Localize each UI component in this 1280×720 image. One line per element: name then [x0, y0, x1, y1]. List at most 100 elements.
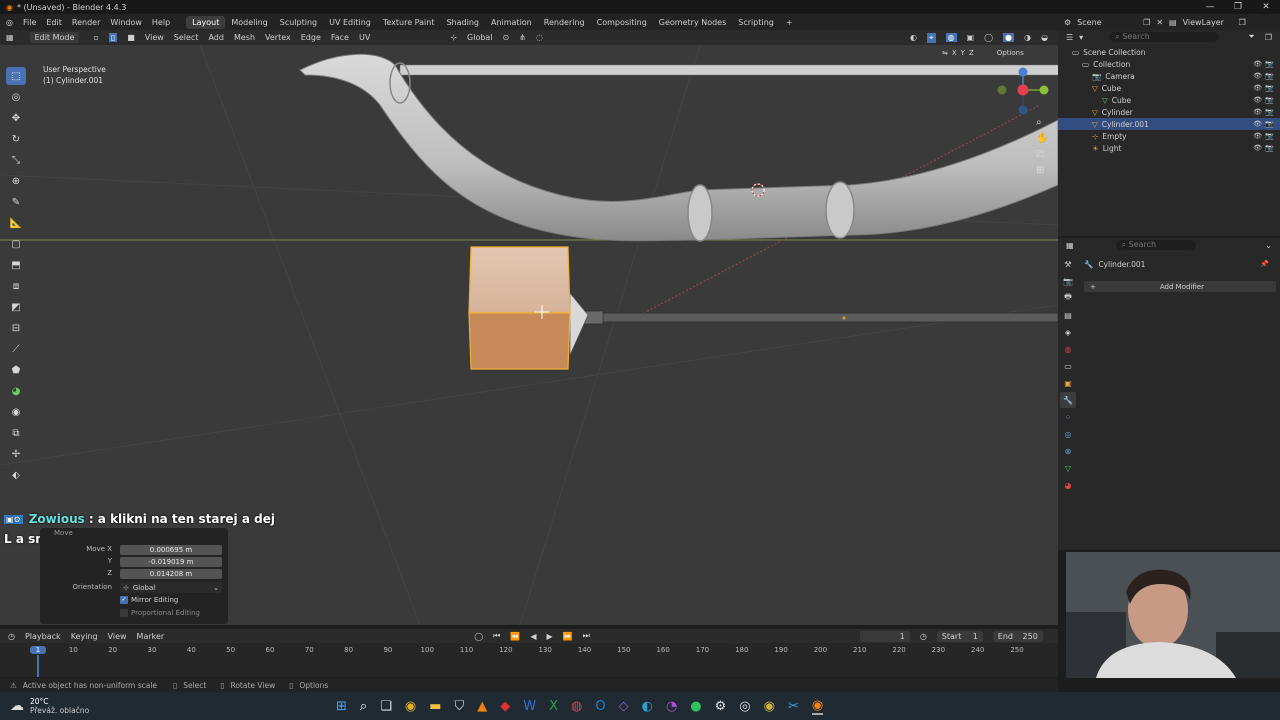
- play-reverse-icon[interactable]: ◀: [530, 632, 536, 641]
- move-tool-icon[interactable]: ✥: [6, 109, 26, 127]
- acrobat-icon[interactable]: ◆: [500, 699, 510, 714]
- tab-scripting[interactable]: Scripting: [732, 16, 780, 29]
- add-workspace-button[interactable]: +: [780, 16, 799, 29]
- visibility-eye-icon[interactable]: 👁: [1253, 84, 1262, 92]
- chevron-down-icon[interactable]: ⌄: [1265, 241, 1272, 250]
- visual-studio-icon[interactable]: ◇: [619, 699, 629, 714]
- editor-type-icon[interactable]: ▦: [6, 33, 14, 42]
- chrome-2-icon[interactable]: ◉: [764, 699, 775, 714]
- material-tab-icon[interactable]: ◕: [1060, 477, 1076, 493]
- timeline-editor-icon[interactable]: ◷: [8, 632, 15, 641]
- object-tab-icon[interactable]: ▣: [1060, 375, 1076, 391]
- new-collection-icon[interactable]: ❐: [1265, 33, 1272, 42]
- outliner-item[interactable]: ⊹ Empty 👁 📷: [1058, 130, 1280, 142]
- physics-tab-icon[interactable]: ◎: [1060, 426, 1076, 442]
- move-z-field[interactable]: 0.014208 m: [120, 569, 222, 579]
- task-view-icon[interactable]: ❏: [380, 699, 392, 714]
- properties-editor-icon[interactable]: ▦: [1066, 241, 1074, 250]
- jump-keyframe-forward-icon[interactable]: ⏩: [563, 632, 573, 641]
- menu-uv[interactable]: UV: [359, 33, 370, 42]
- transform-tool-icon[interactable]: ⊕: [6, 172, 26, 190]
- toggle-ortho-icon[interactable]: ⊞: [1036, 165, 1048, 176]
- close-button[interactable]: ✕: [1252, 0, 1280, 14]
- tab-geometry-nodes[interactable]: Geometry Nodes: [653, 16, 732, 29]
- particles-tab-icon[interactable]: ⁘: [1060, 409, 1076, 425]
- menu-keying[interactable]: Keying: [71, 632, 98, 641]
- current-frame-field[interactable]: 1: [859, 630, 910, 642]
- outliner-item[interactable]: 📷 Camera 👁 📷: [1058, 70, 1280, 82]
- render-tab-icon[interactable]: 📷: [1060, 273, 1076, 289]
- view-layer-tab-icon[interactable]: ▤: [1060, 307, 1076, 323]
- pivot-icon[interactable]: ⊙: [503, 33, 510, 42]
- new-view-layer-icon[interactable]: ❐: [1239, 18, 1246, 27]
- menu-vertex[interactable]: Vertex: [265, 33, 291, 42]
- menu-render[interactable]: Render: [72, 18, 100, 27]
- axis-z-toggle[interactable]: Z: [969, 49, 974, 57]
- blender-menu-icon[interactable]: ◎: [6, 18, 13, 27]
- select-box-tool-icon[interactable]: ⬚: [6, 67, 26, 85]
- modifier-tab-icon[interactable]: 🔧: [1060, 392, 1076, 408]
- constraints-tab-icon[interactable]: ⊗: [1060, 443, 1076, 459]
- outliner-item[interactable]: ▽ Cylinder 👁 📷: [1058, 106, 1280, 118]
- tab-uv-editing[interactable]: UV Editing: [323, 16, 377, 29]
- scene-tab-icon[interactable]: ◈: [1060, 324, 1076, 340]
- data-tab-icon[interactable]: ▽: [1060, 460, 1076, 476]
- visibility-eye-icon[interactable]: 👁: [1253, 60, 1262, 68]
- pin-icon[interactable]: 📌: [1260, 260, 1269, 268]
- start-frame-field[interactable]: Start 1: [936, 630, 983, 642]
- tab-shading[interactable]: Shading: [440, 16, 485, 29]
- overlay-toggle-icon[interactable]: ◍: [945, 33, 957, 42]
- output-tab-icon[interactable]: 🖶: [1060, 290, 1076, 306]
- proportional-editing-row[interactable]: Proportional Editing: [120, 609, 200, 617]
- tab-animation[interactable]: Animation: [485, 16, 538, 29]
- menu-playback[interactable]: Playback: [25, 632, 61, 641]
- rotate-tool-icon[interactable]: ↻: [6, 130, 26, 148]
- spin-tool-icon[interactable]: ◕: [6, 382, 26, 400]
- snipping-tool-icon[interactable]: ✂: [788, 699, 799, 714]
- material-shading-icon[interactable]: ◑: [1024, 33, 1031, 42]
- scale-tool-icon[interactable]: ⤡: [6, 151, 26, 169]
- smooth-tool-icon[interactable]: ◉: [6, 403, 26, 421]
- menu-view[interactable]: View: [145, 33, 164, 42]
- zoom-view-icon[interactable]: ⌕: [1036, 117, 1048, 128]
- add-modifier-button[interactable]: + Add Modifier: [1084, 281, 1276, 292]
- visibility-eye-icon[interactable]: 👁: [1253, 144, 1262, 152]
- menu-edit[interactable]: Edit: [46, 18, 62, 27]
- inset-tool-icon[interactable]: ⧈: [6, 277, 26, 295]
- outlook-icon[interactable]: O: [595, 699, 605, 714]
- shrink-fatten-tool-icon[interactable]: ✢: [6, 445, 26, 463]
- edge-select-icon[interactable]: ▯: [108, 33, 118, 42]
- visibility-eye-icon[interactable]: 👁: [1253, 108, 1262, 116]
- file-explorer-icon[interactable]: ▬: [429, 699, 441, 714]
- chrome-icon[interactable]: ◉: [405, 699, 416, 714]
- bevel-tool-icon[interactable]: ◩: [6, 298, 26, 316]
- orientation-dropdown[interactable]: Global: [467, 33, 493, 42]
- proportional-editing-checkbox[interactable]: [120, 609, 128, 617]
- gizmo-toggle-icon[interactable]: ⌖: [927, 32, 936, 43]
- tool-tab-icon[interactable]: ⚒: [1060, 256, 1076, 272]
- play-icon[interactable]: ▶: [546, 632, 552, 641]
- outliner-search[interactable]: ⌕ Search: [1109, 32, 1220, 42]
- menu-add[interactable]: Add: [208, 33, 224, 42]
- display-mode-icon[interactable]: ▾: [1079, 33, 1083, 42]
- vlc-icon[interactable]: ▲: [477, 699, 487, 714]
- options-dropdown[interactable]: Options: [991, 48, 1029, 58]
- pan-view-icon[interactable]: ✋: [1036, 133, 1048, 144]
- end-frame-field[interactable]: End 250: [992, 630, 1043, 642]
- annotate-tool-icon[interactable]: ✎: [6, 193, 26, 211]
- menu-face[interactable]: Face: [331, 33, 349, 42]
- playhead[interactable]: [37, 655, 39, 677]
- move-y-field[interactable]: -0.019019 m: [120, 557, 222, 567]
- weather-widget[interactable]: ☁ 20°C Převáž. oblačno: [0, 697, 320, 715]
- poly-build-tool-icon[interactable]: ⬟: [6, 361, 26, 379]
- visibility-icon[interactable]: ◐: [910, 33, 917, 42]
- visibility-eye-icon[interactable]: 👁: [1253, 132, 1262, 140]
- scene-name[interactable]: Scene: [1077, 18, 1137, 27]
- steam-icon[interactable]: ⚙: [715, 699, 727, 714]
- word-icon[interactable]: W: [523, 699, 536, 714]
- spotify-icon[interactable]: ●: [690, 699, 701, 714]
- vertex-select-icon[interactable]: ▫: [93, 33, 98, 42]
- outliner-item[interactable]: ▽ Cube 👁 📷: [1058, 94, 1280, 106]
- snap-icon[interactable]: ⋔: [519, 33, 526, 42]
- xray-icon[interactable]: ▣: [967, 33, 975, 42]
